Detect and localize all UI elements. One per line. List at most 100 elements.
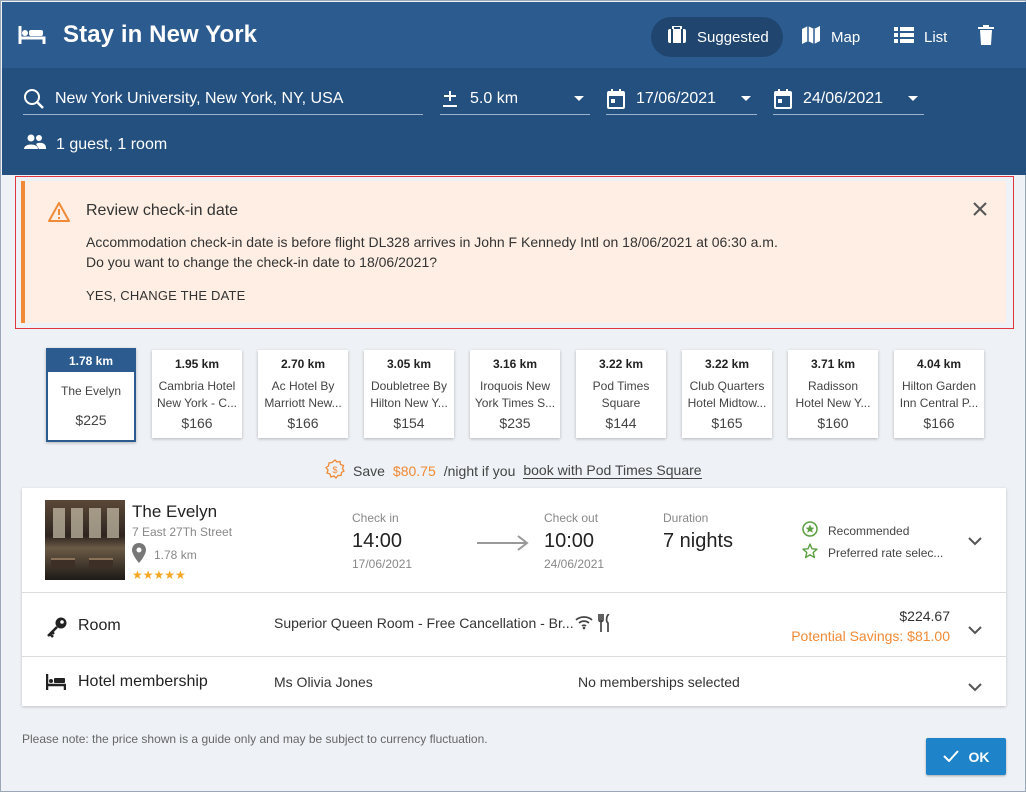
hotel-membership-row[interactable]: Hotel membership Ms Olivia Jones No memb… bbox=[22, 658, 1006, 706]
card-price: $166 bbox=[287, 415, 319, 431]
card-name: The Evelyn bbox=[48, 383, 134, 409]
search-icon bbox=[23, 88, 45, 110]
chevron-down-icon[interactable] bbox=[968, 679, 982, 697]
booking-details-panel: The Evelyn 7 East 27Th Street 1.78 km ★★… bbox=[22, 488, 1006, 706]
hotel-card[interactable]: 3.22 km Club Quarters Hotel Midtow... $16… bbox=[682, 350, 772, 438]
card-distance: 3.71 km bbox=[810, 357, 856, 371]
room-value: Superior Queen Room - Free Cancellation … bbox=[274, 615, 574, 631]
duration-label: Duration bbox=[663, 511, 709, 525]
room-row[interactable]: Room Superior Queen Room - Free Cancella… bbox=[22, 594, 1006, 657]
suggested-label: Suggested bbox=[697, 28, 769, 46]
checkout-date: 24/06/2021 bbox=[544, 557, 605, 571]
checkout-date-field[interactable]: 24/06/2021 bbox=[773, 84, 924, 115]
card-distance: 3.22 km bbox=[704, 357, 750, 371]
hotel-card[interactable]: 3.16 km Iroquois New York Times S... $235 bbox=[470, 350, 560, 438]
card-name-line: Radisson bbox=[807, 379, 859, 393]
membership-label: Hotel membership bbox=[78, 673, 208, 690]
trash-icon bbox=[978, 25, 994, 49]
chevron-down-icon[interactable] bbox=[968, 622, 982, 640]
checkin-date-value: 17/06/2021 bbox=[636, 90, 717, 107]
checkout-time: 10:00 bbox=[544, 530, 595, 552]
card-name: Ac Hotel By Marriott New... bbox=[258, 378, 348, 412]
review-checkin-alert: Review check-in date Accommodation check… bbox=[21, 181, 1006, 323]
alert-line-1: Accommodation check-in date is before fl… bbox=[86, 234, 778, 250]
hotel-card[interactable]: 1.95 km Cambria Hotel New York - C... $16… bbox=[152, 350, 242, 438]
card-name-line: Ac Hotel By bbox=[271, 379, 335, 393]
ok-button[interactable]: OK bbox=[926, 738, 1006, 775]
card-price: $154 bbox=[393, 415, 425, 431]
dialog: Stay in New York Suggested Map List New … bbox=[0, 0, 1026, 792]
card-name: Doubletree By Hilton New Y... bbox=[364, 378, 454, 412]
map-icon bbox=[801, 25, 821, 49]
radius-select[interactable]: 5.0 km bbox=[440, 84, 590, 115]
bed-icon bbox=[18, 24, 46, 51]
savings-banner: $ Save $80.75 /night if you book with Po… bbox=[325, 459, 702, 482]
chevron-down-icon bbox=[908, 96, 918, 101]
card-name-line: Square bbox=[601, 396, 641, 410]
checkin-label: Check in bbox=[352, 511, 399, 525]
guests-selector[interactable]: 1 guest, 1 room bbox=[24, 134, 167, 155]
card-name: Hilton Garden Inn Central P... bbox=[894, 378, 984, 412]
alert-line-2: Do you want to change the check-in date … bbox=[86, 254, 438, 270]
checkout-date-value: 24/06/2021 bbox=[803, 90, 884, 107]
hotel-card[interactable]: 3.05 km Doubletree By Hilton New Y... $15… bbox=[364, 350, 454, 438]
member-name: Ms Olivia Jones bbox=[274, 674, 373, 690]
change-date-button[interactable]: YES, CHANGE THE DATE bbox=[86, 288, 246, 303]
card-name-line: Hotel Midtow... bbox=[687, 396, 767, 410]
radius-value: 5.0 km bbox=[470, 90, 519, 107]
preferred-rate-tag: Preferred rate selec... bbox=[802, 543, 943, 562]
card-distance: 3.05 km bbox=[386, 357, 432, 371]
hotel-address: 7 East 27Th Street bbox=[132, 525, 233, 539]
card-price: $235 bbox=[499, 415, 531, 431]
hotel-card[interactable]: 4.04 km Hilton Garden Inn Central P... $1… bbox=[894, 350, 984, 438]
card-name-line: York Times S... bbox=[474, 396, 556, 410]
checkin-date-field[interactable]: 17/06/2021 bbox=[606, 84, 757, 115]
svg-text:$: $ bbox=[332, 465, 337, 475]
map-label: Map bbox=[831, 28, 861, 46]
hotel-card[interactable]: 1.78 km The Evelyn $225 bbox=[46, 348, 136, 442]
card-name-line: Marriott New... bbox=[264, 396, 342, 410]
close-icon[interactable] bbox=[972, 201, 988, 222]
list-label: List bbox=[924, 28, 948, 46]
card-name: Pod Times Square bbox=[576, 378, 666, 412]
hotel-summary-row[interactable]: The Evelyn 7 East 27Th Street 1.78 km ★★… bbox=[22, 488, 1006, 593]
calendar-icon bbox=[773, 89, 793, 109]
location-value: New York University, New York, NY, USA bbox=[55, 90, 344, 107]
chevron-down-icon bbox=[574, 96, 584, 101]
delete-button[interactable] bbox=[978, 17, 994, 57]
checkin-date: 17/06/2021 bbox=[352, 557, 413, 571]
membership-status: No memberships selected bbox=[578, 674, 740, 690]
hotel-card[interactable]: 3.71 km Radisson Hotel New Y... $160 bbox=[788, 350, 878, 438]
recommended-icon bbox=[802, 521, 818, 540]
map-button[interactable]: Map bbox=[801, 17, 860, 57]
hotel-distance: 1.78 km bbox=[132, 543, 197, 566]
suggested-button[interactable]: Suggested bbox=[651, 17, 783, 57]
savings-amount: $80.75 bbox=[392, 462, 436, 479]
card-name-line: Pod Times bbox=[592, 379, 650, 393]
hotel-card[interactable]: 2.70 km Ac Hotel By Marriott New... $166 bbox=[258, 350, 348, 438]
card-price: $160 bbox=[817, 415, 849, 431]
list-icon bbox=[894, 27, 914, 47]
location-field[interactable]: New York University, New York, NY, USA bbox=[23, 84, 423, 115]
key-icon bbox=[46, 616, 68, 643]
chevron-down-icon[interactable] bbox=[968, 533, 982, 551]
room-price: $224.67 bbox=[899, 608, 950, 624]
book-alternative-link[interactable]: book with Pod Times Square bbox=[523, 462, 702, 479]
checkmark-icon bbox=[942, 749, 959, 765]
preferred-rate-label: Preferred rate selec... bbox=[828, 545, 944, 560]
savings-middle: /night if you bbox=[443, 462, 516, 479]
room-potential-savings: Potential Savings: $81.00 bbox=[791, 628, 950, 644]
card-price: $144 bbox=[605, 415, 637, 431]
warning-icon bbox=[47, 201, 71, 228]
calendar-icon bbox=[606, 89, 626, 109]
wifi-icon bbox=[575, 614, 593, 635]
list-button[interactable]: List bbox=[894, 17, 947, 57]
card-name: Iroquois New York Times S... bbox=[470, 378, 560, 412]
card-name: Radisson Hotel New Y... bbox=[788, 378, 878, 412]
recommended-tag: Recommended bbox=[802, 521, 909, 540]
hotel-card[interactable]: 3.22 km Pod Times Square $144 bbox=[576, 350, 666, 438]
card-price: $166 bbox=[181, 415, 213, 431]
card-name-line: Club Quarters bbox=[689, 379, 765, 393]
restaurant-icon bbox=[598, 613, 612, 637]
card-name-line: Cambria Hotel bbox=[158, 379, 236, 393]
